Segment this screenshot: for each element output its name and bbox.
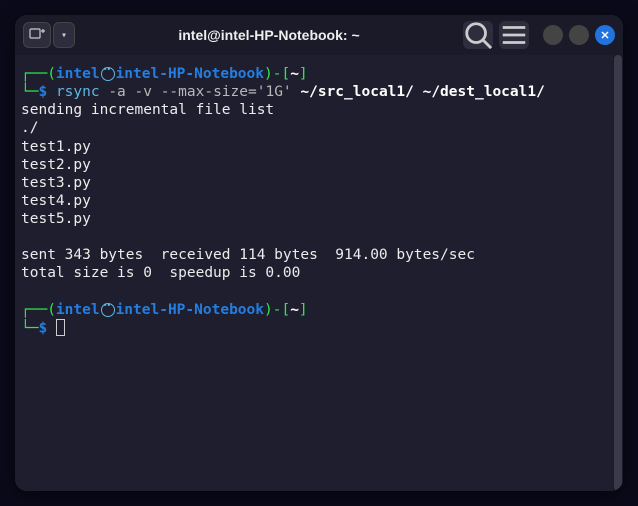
output-line: total size is 0 speedup is 0.00 <box>21 264 605 282</box>
maximize-button[interactable] <box>569 25 589 45</box>
kali-skull-icon <box>101 303 115 317</box>
prompt-line-2: ┌──(intelintel-HP-Notebook)-[~] <box>21 301 605 319</box>
output-line: test4.py <box>21 192 605 210</box>
terminal-window: ▾ intel@intel-HP-Notebook: ~ <box>15 15 623 491</box>
window-title: intel@intel-HP-Notebook: ~ <box>81 27 457 43</box>
tab-dropdown-button[interactable]: ▾ <box>53 22 75 48</box>
titlebar: ▾ intel@intel-HP-Notebook: ~ <box>15 15 623 55</box>
scroll-thumb[interactable] <box>614 55 622 491</box>
kali-skull-icon <box>101 67 115 81</box>
output-blank <box>21 283 605 301</box>
right-controls <box>463 21 615 49</box>
output-line: ./ <box>21 119 605 137</box>
output-line: sending incremental file list <box>21 101 605 119</box>
prompt-line-1: ┌──(intelintel-HP-Notebook)-[~] <box>21 65 605 83</box>
terminal-area[interactable]: ┌──(intelintel-HP-Notebook)-[~] └─$ rsyn… <box>15 55 623 491</box>
close-button[interactable] <box>595 25 615 45</box>
left-controls: ▾ <box>23 22 75 48</box>
output-blank <box>21 228 605 246</box>
output-line: test2.py <box>21 156 605 174</box>
minimize-button[interactable] <box>543 25 563 45</box>
scrollbar[interactable] <box>613 55 623 491</box>
new-tab-button[interactable] <box>23 22 51 48</box>
cursor <box>56 319 65 336</box>
current-prompt: └─$ <box>21 319 605 338</box>
output-line: sent 343 bytes received 114 bytes 914.00… <box>21 246 605 264</box>
window-controls <box>543 25 615 45</box>
command-line: └─$ rsync -a -v --max-size='1G' ~/src_lo… <box>21 83 605 101</box>
search-button[interactable] <box>463 21 493 49</box>
output-line: test3.py <box>21 174 605 192</box>
output-line: test1.py <box>21 138 605 156</box>
output-line: test5.py <box>21 210 605 228</box>
menu-button[interactable] <box>499 21 529 49</box>
